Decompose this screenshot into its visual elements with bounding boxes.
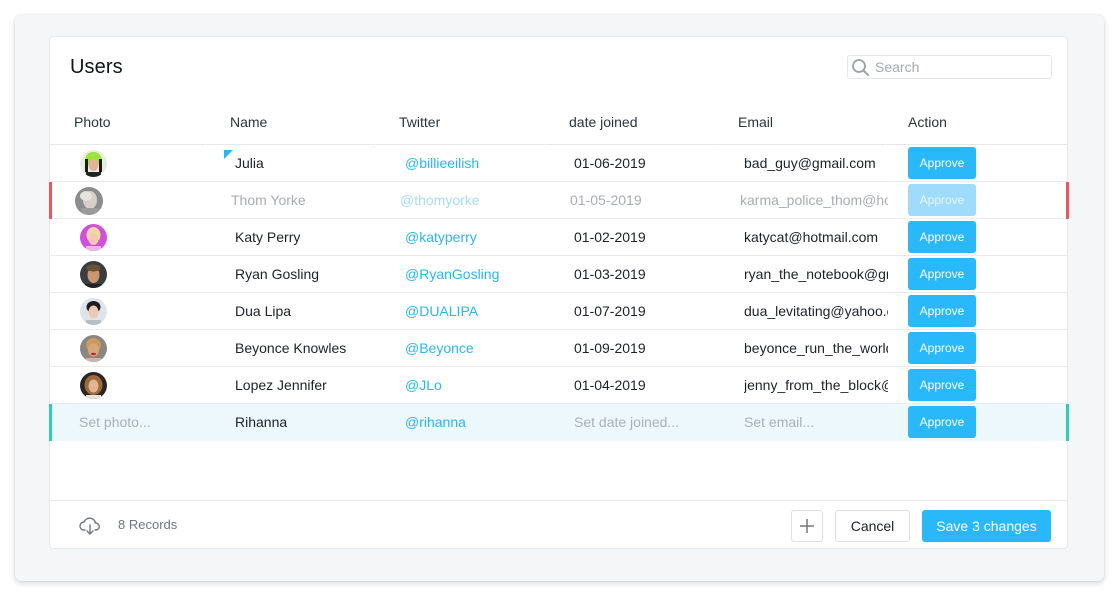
avatar (75, 187, 103, 215)
new-row-marker (49, 404, 52, 441)
table-header: Photo Name Twitter date joined Email Act… (50, 99, 1067, 145)
email-placeholder-cell[interactable]: Set email... (744, 404, 888, 440)
add-row-button[interactable] (791, 510, 823, 542)
column-header-email[interactable]: Email (716, 99, 885, 145)
name-cell[interactable]: Thom Yorke (231, 182, 371, 218)
deleted-row-marker (49, 182, 52, 219)
twitter-cell[interactable]: @billieeilish (405, 145, 545, 181)
cancel-button[interactable]: Cancel (835, 510, 910, 542)
twitter-cell[interactable]: @JLo (405, 367, 545, 403)
email-cell[interactable]: karma_police_thom@hotr (740, 182, 888, 218)
twitter-cell[interactable]: @Beyonce (405, 330, 545, 366)
approve-button[interactable]: Approve (908, 258, 976, 290)
twitter-cell[interactable]: @RyanGosling (405, 256, 545, 292)
table-row[interactable]: Thom Yorke @thomyorke 01-05-2019 karma_p… (49, 182, 1069, 219)
avatar (80, 372, 107, 399)
deleted-row-marker (1066, 182, 1069, 219)
table-footer: 8 Records Cancel Save 3 changes (50, 500, 1067, 549)
edited-cell-flag (224, 150, 233, 159)
name-cell[interactable]: Katy Perry (235, 219, 375, 255)
name-cell[interactable]: Lopez Jennifer (235, 367, 375, 403)
avatar (80, 298, 107, 325)
users-card: Users Photo Name Twitter date joined Ema… (49, 36, 1069, 549)
date-joined-cell[interactable]: 01-06-2019 (574, 145, 714, 181)
name-cell[interactable]: Dua Lipa (235, 293, 375, 329)
column-header-name[interactable]: Name (206, 99, 375, 145)
save-changes-button[interactable]: Save 3 changes (922, 510, 1051, 542)
page-title: Users (70, 56, 123, 78)
column-header-photo[interactable]: Photo (50, 99, 205, 145)
cloud-download-icon[interactable] (79, 516, 101, 536)
table-row-new[interactable]: Set photo... Rihanna @rihanna Set date j… (49, 404, 1069, 441)
search-input[interactable] (875, 58, 1045, 76)
avatar (80, 261, 107, 288)
approve-button[interactable]: Approve (908, 147, 976, 179)
table-row[interactable]: Julia @billieeilish 01-06-2019 bad_guy@g… (50, 145, 1067, 182)
records-count: 8 Records (118, 517, 178, 532)
email-cell[interactable]: katycat@hotmail.com (744, 219, 888, 255)
date-joined-cell[interactable]: 01-04-2019 (574, 367, 714, 403)
email-cell[interactable]: beyonce_run_the_world( (744, 330, 888, 366)
email-cell[interactable]: bad_guy@gmail.com (744, 145, 888, 181)
twitter-cell[interactable]: @DUALIPA (405, 293, 545, 329)
search-box[interactable] (847, 55, 1052, 79)
date-joined-placeholder-cell[interactable]: Set date joined... (574, 404, 714, 440)
approve-button[interactable]: Approve (908, 221, 976, 253)
table-row[interactable]: Dua Lipa @DUALIPA 01-07-2019 dua_levitat… (50, 293, 1067, 330)
table-row[interactable]: Ryan Gosling @RyanGosling 01-03-2019 rya… (50, 256, 1067, 293)
table-row[interactable]: Beyonce Knowles @Beyonce 01-09-2019 beyo… (50, 330, 1067, 367)
twitter-cell[interactable]: @rihanna (405, 404, 545, 440)
table-row[interactable]: Lopez Jennifer @JLo 01-04-2019 jenny_fro… (50, 367, 1067, 404)
twitter-cell[interactable]: @thomyorke (400, 182, 540, 218)
approve-button[interactable]: Approve (908, 406, 976, 438)
plus-icon (800, 519, 814, 533)
search-icon (852, 59, 869, 76)
email-cell[interactable]: dua_levitating@yahoo.c (744, 293, 888, 329)
name-cell[interactable]: Julia (235, 145, 375, 181)
approve-button[interactable]: Approve (908, 332, 976, 364)
column-header-date-joined[interactable]: date joined (546, 99, 715, 145)
table-row[interactable]: Katy Perry @katyperry 01-02-2019 katycat… (50, 219, 1067, 256)
avatar (80, 224, 107, 251)
approve-button[interactable]: Approve (908, 184, 976, 216)
date-joined-cell[interactable]: 01-03-2019 (574, 256, 714, 292)
column-header-action[interactable]: Action (886, 99, 1067, 145)
photo-placeholder-cell[interactable]: Set photo... (79, 404, 199, 440)
page-background: Users Photo Name Twitter date joined Ema… (15, 15, 1104, 581)
approve-button[interactable]: Approve (908, 295, 976, 327)
column-header-twitter[interactable]: Twitter (376, 99, 545, 145)
avatar (80, 335, 107, 362)
approve-button[interactable]: Approve (908, 369, 976, 401)
name-cell[interactable]: Ryan Gosling (235, 256, 375, 292)
date-joined-cell[interactable]: 01-07-2019 (574, 293, 714, 329)
date-joined-cell[interactable]: 01-09-2019 (574, 330, 714, 366)
new-row-marker (1066, 404, 1069, 441)
twitter-cell[interactable]: @katyperry (405, 219, 545, 255)
avatar (80, 150, 107, 177)
name-cell[interactable]: Rihanna (235, 404, 375, 440)
date-joined-cell[interactable]: 01-02-2019 (574, 219, 714, 255)
email-cell[interactable]: ryan_the_notebook@gm (744, 256, 888, 292)
date-joined-cell[interactable]: 01-05-2019 (570, 182, 710, 218)
email-cell[interactable]: jenny_from_the_block@y (744, 367, 888, 403)
name-cell[interactable]: Beyonce Knowles (235, 330, 375, 366)
